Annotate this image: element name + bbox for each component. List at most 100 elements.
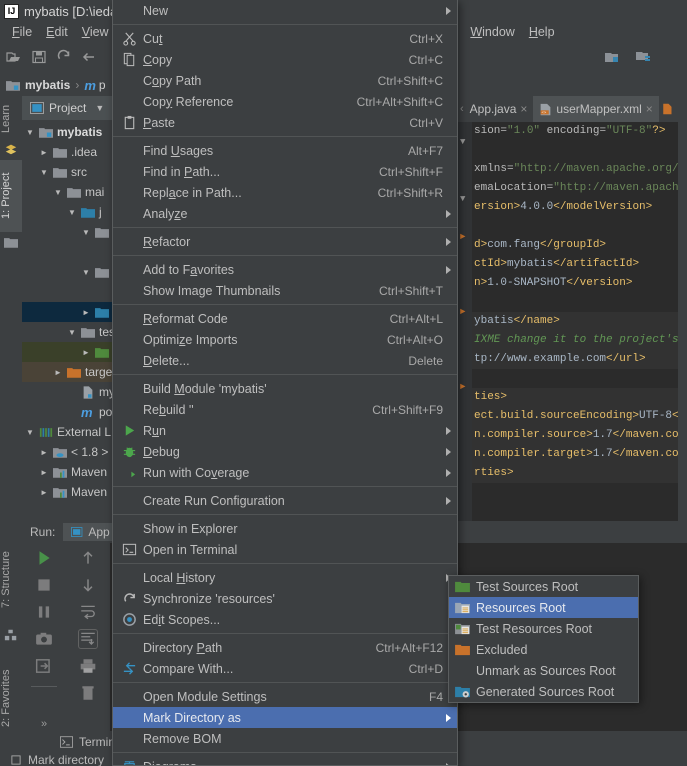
menu-item-create-run-configuration[interactable]: Create Run Configuration <box>113 490 457 511</box>
expand-arrow-icon[interactable]: ► <box>40 447 51 458</box>
collapse-arrow-icon[interactable]: ▼ <box>82 227 93 238</box>
menu-window[interactable]: Window <box>463 25 521 39</box>
menu-item-edit-scopes[interactable]: Edit Scopes... <box>113 609 457 630</box>
camera-icon[interactable] <box>35 630 53 648</box>
expand-arrow-icon[interactable]: ► <box>54 367 65 378</box>
menu-file[interactable]: File <box>5 25 39 39</box>
fold-marker-icon[interactable]: ▼ <box>460 137 465 147</box>
sync-icon[interactable] <box>56 49 72 65</box>
menu-item-add-to-favorites[interactable]: Add to Favorites <box>113 259 457 280</box>
menu-item-debug[interactable]: Debug <box>113 441 457 462</box>
close-icon[interactable]: × <box>646 102 653 116</box>
collapse-arrow-icon[interactable]: ▼ <box>26 427 37 438</box>
menu-item-directory-path[interactable]: Directory Path Ctrl+Alt+F12 <box>113 637 457 658</box>
menu-item-paste[interactable]: Paste Ctrl+V <box>113 112 457 133</box>
editor-right-gutter[interactable] <box>678 122 687 521</box>
menu-item-synchronize-resources[interactable]: Synchronize 'resources' <box>113 588 457 609</box>
menu-item-open-in-terminal[interactable]: Open in Terminal <box>113 539 457 560</box>
strip-learn[interactable]: Learn <box>0 98 22 140</box>
down-arrow-icon[interactable] <box>79 576 97 594</box>
open-folder-icon[interactable] <box>6 49 22 65</box>
menu-edit[interactable]: Edit <box>39 25 75 39</box>
expand-arrow-icon[interactable]: ► <box>40 487 51 498</box>
collapse-arrow-icon[interactable]: ▼ <box>68 327 79 338</box>
menu-item-find-in-path[interactable]: Find in Path... Ctrl+Shift+F <box>113 161 457 182</box>
save-icon[interactable] <box>31 49 47 65</box>
settings-structure-icon[interactable] <box>635 49 651 65</box>
strip-project[interactable]: 1: Project <box>0 160 22 232</box>
collapse-arrow-icon[interactable]: ▼ <box>54 187 65 198</box>
menu-item-copy-reference[interactable]: Copy Reference Ctrl+Alt+Shift+C <box>113 91 457 112</box>
breadcrumb-project[interactable]: mybatis <box>25 78 70 92</box>
expand-arrow-icon[interactable]: ► <box>40 147 51 158</box>
module-icon[interactable] <box>604 49 620 65</box>
menu-item-run-with-coverage[interactable]: Run with Coverage <box>113 462 457 483</box>
gutter-marker-icon[interactable]: ► <box>460 382 465 392</box>
menu-item-copy-path[interactable]: Copy Path Ctrl+Shift+C <box>113 70 457 91</box>
debug-bug-icon <box>123 447 135 458</box>
menu-help[interactable]: Help <box>522 25 562 39</box>
soft-wrap-icon[interactable] <box>79 603 97 621</box>
tab-app-java[interactable]: App.java × <box>464 96 534 122</box>
collapse-arrow-icon[interactable]: ▼ <box>68 207 79 218</box>
submenu-item-test-sources-root[interactable]: Test Sources Root <box>449 576 638 597</box>
gutter-marker-icon[interactable]: ► <box>460 232 465 242</box>
strip-structure[interactable]: 7: Structure <box>0 536 22 624</box>
back-arrow-icon[interactable] <box>81 49 97 65</box>
editor-gutter[interactable]: ▼ ▼ ► ► ► <box>458 122 472 521</box>
code-editor[interactable]: ▼ ▼ ► ► ► sion="1.0" encoding="UTF-8"?> … <box>458 122 687 521</box>
trash-icon[interactable] <box>79 684 97 702</box>
tab-extra-file-icon[interactable] <box>661 103 673 115</box>
scroll-to-end-icon[interactable] <box>78 629 98 649</box>
menu-item-show-image-thumbnails[interactable]: Show Image Thumbnails Ctrl+Shift+T <box>113 280 457 301</box>
menu-item-refactor[interactable]: Refactor <box>113 231 457 252</box>
menu-item-open-module-settings[interactable]: Open Module Settings F4 <box>113 686 457 707</box>
menu-item-new[interactable]: New <box>113 0 457 21</box>
export-icon[interactable] <box>35 657 53 675</box>
context-menu[interactable]: New Cut Ctrl+X Copy Ctrl+C Copy Path Ctrl+Shif… <box>112 0 458 766</box>
collapse-arrow-icon[interactable]: ▼ <box>40 167 51 178</box>
expand-arrow-icon[interactable]: ► <box>82 307 93 318</box>
submenu-item-generated-sources-root[interactable]: Generated Sources Root <box>449 681 638 702</box>
menu-item-rebuild-default[interactable]: Rebuild '' Ctrl+Shift+F9 <box>113 399 457 420</box>
collapse-arrow-icon[interactable]: ▼ <box>26 127 37 138</box>
up-arrow-icon[interactable] <box>79 549 97 567</box>
gutter-marker-icon[interactable]: ► <box>460 307 465 317</box>
menu-item-mark-directory-as[interactable]: Mark Directory as <box>113 707 457 728</box>
submenu-item-test-resources-root[interactable]: Test Resources Root <box>449 618 638 639</box>
menu-view[interactable]: View <box>75 25 116 39</box>
menu-item-delete[interactable]: Delete... Delete <box>113 350 457 371</box>
menu-item-remove-bom[interactable]: Remove BOM <box>113 728 457 749</box>
menu-item-optimize-imports[interactable]: Optimize Imports Ctrl+Alt+O <box>113 329 457 350</box>
menu-item-build-module-mybatis[interactable]: Build Module 'mybatis' <box>113 378 457 399</box>
menu-item-replace-in-path[interactable]: Replace in Path... Ctrl+Shift+R <box>113 182 457 203</box>
menu-item-show-in-explorer[interactable]: Show in Explorer <box>113 518 457 539</box>
menu-item-compare-with[interactable]: Compare With... Ctrl+D <box>113 658 457 679</box>
menu-item-cut[interactable]: Cut Ctrl+X <box>113 28 457 49</box>
run-icon[interactable] <box>35 549 53 567</box>
expand-arrow-icon[interactable]: ► <box>40 467 51 478</box>
run-config-tab[interactable]: App <box>63 523 118 541</box>
breadcrumb-file[interactable]: p <box>99 78 106 92</box>
menu-item-diagrams[interactable]: Diagrams <box>113 756 457 765</box>
collapse-arrow-icon[interactable]: ▼ <box>82 267 93 278</box>
tab-usermapper-xml[interactable]: <> userMapper.xml × <box>533 96 659 122</box>
mark-directory-as-submenu[interactable]: Test Sources Root Resources Root Test Reso… <box>448 575 639 703</box>
menu-item-reformat-code[interactable]: Reformat Code Ctrl+Alt+L <box>113 308 457 329</box>
submenu-item-excluded[interactable]: Excluded <box>449 639 638 660</box>
fold-marker-icon[interactable]: ▼ <box>460 194 465 204</box>
expand-run-buttons-icon[interactable]: » <box>41 718 47 730</box>
menu-item-local-history[interactable]: Local History <box>113 567 457 588</box>
menu-item-copy[interactable]: Copy Ctrl+C <box>113 49 457 70</box>
close-icon[interactable]: × <box>520 102 527 116</box>
submenu-item-resources-root[interactable]: Resources Root <box>449 597 638 618</box>
expand-arrow-icon[interactable]: ► <box>82 347 93 358</box>
menu-item-find-usages[interactable]: Find Usages Alt+F7 <box>113 140 457 161</box>
pause-icon[interactable] <box>35 603 53 621</box>
print-icon[interactable] <box>79 657 97 675</box>
chevron-down-icon[interactable]: ▼ <box>95 103 104 113</box>
submenu-item-unmark-as-sources-root[interactable]: Unmark as Sources Root <box>449 660 638 681</box>
stop-icon[interactable] <box>35 576 53 594</box>
menu-item-run[interactable]: Run <box>113 420 457 441</box>
menu-item-analyze[interactable]: Analyze <box>113 203 457 224</box>
